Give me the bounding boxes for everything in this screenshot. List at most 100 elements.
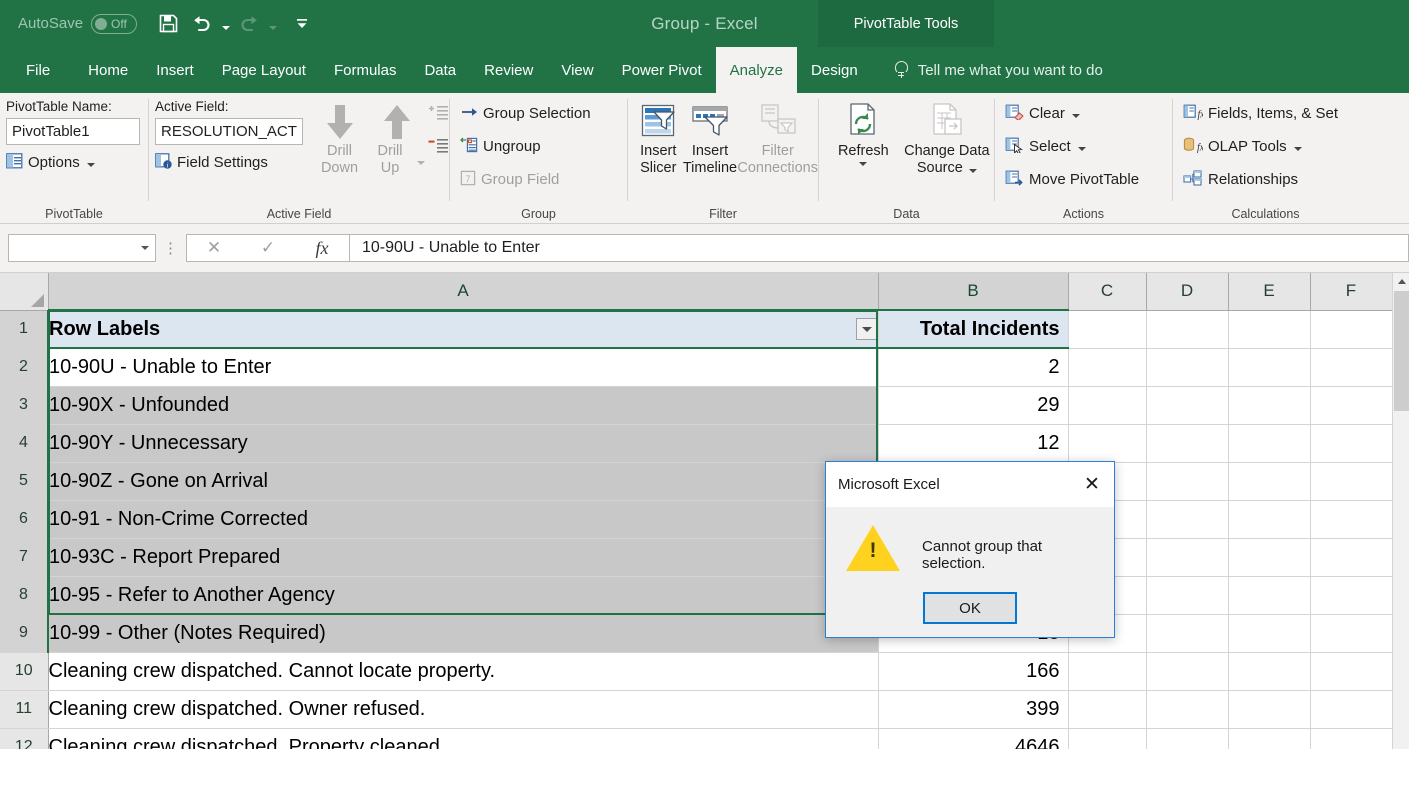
cell-a2[interactable]: 10-90U - Unable to Enter xyxy=(48,348,879,387)
close-icon[interactable]: ✕ xyxy=(1070,463,1114,507)
cell-a5[interactable]: 10-90Z - Gone on Arrival xyxy=(48,462,879,501)
cell-b2[interactable]: 2 xyxy=(878,348,1069,387)
cell-f6[interactable] xyxy=(1310,500,1393,539)
undo-icon[interactable] xyxy=(185,7,219,41)
column-header-b[interactable]: B xyxy=(878,273,1069,311)
cell-e10[interactable] xyxy=(1228,652,1311,691)
cell-e3[interactable] xyxy=(1228,386,1311,425)
insert-slicer-button[interactable]: Insert Slicer xyxy=(634,99,683,177)
cell-b3[interactable]: 29 xyxy=(878,386,1069,425)
cell-a9[interactable]: 10-99 - Other (Notes Required) xyxy=(48,614,879,653)
tab-power-pivot[interactable]: Power Pivot xyxy=(608,47,716,93)
cell-b10[interactable]: 166 xyxy=(878,652,1069,691)
cell-f9[interactable] xyxy=(1310,614,1393,653)
insert-timeline-button[interactable]: Insert Timeline xyxy=(683,99,738,177)
row-header-12[interactable]: 12 xyxy=(0,728,49,749)
autosave-toggle[interactable]: Off xyxy=(91,13,138,34)
cell-d1[interactable] xyxy=(1146,310,1229,349)
select-all-corner[interactable] xyxy=(0,273,49,311)
scroll-up-icon[interactable] xyxy=(1393,273,1409,290)
row-header-7[interactable]: 7 xyxy=(0,538,49,577)
tell-me-search[interactable]: Tell me what you want to do xyxy=(872,47,1103,93)
cell-d9[interactable] xyxy=(1146,614,1229,653)
tab-analyze[interactable]: Analyze xyxy=(715,47,798,93)
formula-input[interactable]: 10-90U - Unable to Enter xyxy=(349,234,1409,262)
tab-formulas[interactable]: Formulas xyxy=(320,47,411,93)
cell-f12[interactable] xyxy=(1310,728,1393,749)
cell-a1[interactable]: Row Labels xyxy=(48,310,879,349)
name-box-dropdown-icon[interactable] xyxy=(141,246,149,250)
cell-d12[interactable] xyxy=(1146,728,1229,749)
cell-b12[interactable]: 4646 xyxy=(878,728,1069,749)
row-header-6[interactable]: 6 xyxy=(0,500,49,539)
cell-a10[interactable]: Cleaning crew dispatched. Cannot locate … xyxy=(48,652,879,691)
cell-b11[interactable]: 399 xyxy=(878,690,1069,729)
name-box[interactable] xyxy=(8,234,156,262)
cell-f3[interactable] xyxy=(1310,386,1393,425)
customize-quick-access-toolbar-icon[interactable] xyxy=(285,7,319,41)
cell-a12[interactable]: Cleaning crew dispatched. Property clean… xyxy=(48,728,879,749)
move-pivottable-button[interactable]: Move PivotTable xyxy=(1005,166,1139,193)
cell-b1[interactable]: Total Incidents xyxy=(878,310,1069,349)
cell-d6[interactable] xyxy=(1146,500,1229,539)
drill-up-button[interactable]: Drill Up xyxy=(368,99,425,177)
tab-page-layout[interactable]: Page Layout xyxy=(208,47,320,93)
cell-d10[interactable] xyxy=(1146,652,1229,691)
cell-d5[interactable] xyxy=(1146,462,1229,501)
pivottable-name-input[interactable]: PivotTable1 xyxy=(6,118,140,145)
cell-c10[interactable] xyxy=(1068,652,1147,691)
select-button[interactable]: Select xyxy=(1005,133,1086,160)
cell-c2[interactable] xyxy=(1068,348,1147,387)
tab-review[interactable]: Review xyxy=(470,47,547,93)
cell-c1[interactable] xyxy=(1068,310,1147,349)
cell-e9[interactable] xyxy=(1228,614,1311,653)
cell-f2[interactable] xyxy=(1310,348,1393,387)
cell-e8[interactable] xyxy=(1228,576,1311,615)
scrollbar-thumb[interactable] xyxy=(1394,291,1409,411)
cell-a7[interactable]: 10-93C - Report Prepared xyxy=(48,538,879,577)
cell-e1[interactable] xyxy=(1228,310,1311,349)
cell-e12[interactable] xyxy=(1228,728,1311,749)
cell-a11[interactable]: Cleaning crew dispatched. Owner refused. xyxy=(48,690,879,729)
refresh-button[interactable]: Refresh xyxy=(827,99,900,166)
cell-c3[interactable] xyxy=(1068,386,1147,425)
cell-f1[interactable] xyxy=(1310,310,1393,349)
cell-d2[interactable] xyxy=(1146,348,1229,387)
column-header-e[interactable]: E xyxy=(1228,273,1311,311)
cell-d8[interactable] xyxy=(1146,576,1229,615)
olap-tools-button[interactable]: fx OLAP Tools xyxy=(1183,133,1302,160)
cell-d4[interactable] xyxy=(1146,424,1229,463)
ok-button[interactable]: OK xyxy=(923,592,1017,624)
filter-connections-button[interactable]: Filter Connections xyxy=(737,99,818,177)
tab-data[interactable]: Data xyxy=(410,47,470,93)
cell-c11[interactable] xyxy=(1068,690,1147,729)
cell-f5[interactable] xyxy=(1310,462,1393,501)
clear-button[interactable]: Clear xyxy=(1005,100,1080,127)
cell-e4[interactable] xyxy=(1228,424,1311,463)
relationships-button[interactable]: Relationships xyxy=(1183,166,1298,193)
filter-dropdown-icon[interactable] xyxy=(855,318,877,340)
change-data-source-button[interactable]: Change Data Source xyxy=(900,99,994,177)
redo-dropdown-icon[interactable] xyxy=(266,7,279,41)
group-field-button[interactable]: 7 Group Field xyxy=(460,166,559,193)
autosave-control[interactable]: AutoSave Off xyxy=(18,13,138,34)
drill-down-button[interactable]: Drill Down xyxy=(311,99,368,177)
cell-d3[interactable] xyxy=(1146,386,1229,425)
cell-e7[interactable] xyxy=(1228,538,1311,577)
cell-e2[interactable] xyxy=(1228,348,1311,387)
redo-icon[interactable] xyxy=(232,7,266,41)
collapse-field-icon[interactable] xyxy=(427,138,449,159)
row-header-3[interactable]: 3 xyxy=(0,386,49,425)
cell-c4[interactable] xyxy=(1068,424,1147,463)
cancel-icon[interactable]: ✕ xyxy=(187,238,241,258)
tab-insert[interactable]: Insert xyxy=(142,47,208,93)
cell-d11[interactable] xyxy=(1146,690,1229,729)
undo-dropdown-icon[interactable] xyxy=(219,7,232,41)
group-selection-button[interactable]: Group Selection xyxy=(460,100,591,127)
row-header-5[interactable]: 5 xyxy=(0,462,49,501)
cell-c12[interactable] xyxy=(1068,728,1147,749)
column-header-d[interactable]: D xyxy=(1146,273,1229,311)
active-field-input[interactable]: RESOLUTION_ACT xyxy=(155,118,303,145)
cell-e5[interactable] xyxy=(1228,462,1311,501)
cell-e6[interactable] xyxy=(1228,500,1311,539)
